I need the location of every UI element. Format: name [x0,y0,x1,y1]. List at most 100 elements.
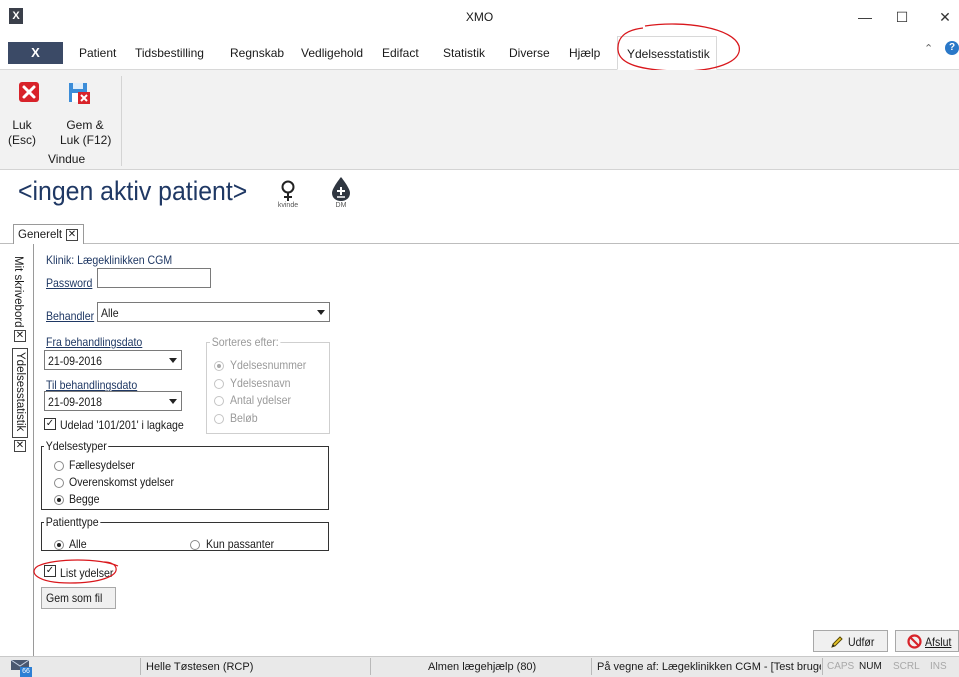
sort-option-ydelsesnummer[interactable]: Ydelsesnummer [214,358,306,372]
patienttype-label: Alle [69,537,87,551]
tab-edifact[interactable]: Edifact [382,46,419,60]
sort-option-antal[interactable]: Antal ydelser [214,393,291,407]
window-title: XMO [465,10,494,24]
sort-option-ydelsesnavn[interactable]: Ydelsesnavn [214,376,290,390]
password-field[interactable] [97,268,211,288]
til-date-value: 21-09-2018 [48,395,103,409]
radio-icon [54,478,64,488]
run-button[interactable]: Udfør [813,630,888,652]
ribbon [0,70,959,170]
radio-icon [54,461,64,471]
radio-icon [54,540,64,550]
patient-title: <ingen aktiv patient> [18,176,248,206]
status-on-behalf: På vegne af: Lægeklinikken CGM - [Test b… [597,661,821,673]
fra-label: Fra behandlingsdato [46,335,143,349]
side-tab-mit-skrivebord-label: Mit skrivebord [12,256,24,328]
sort-option-beloeb[interactable]: Beløb [214,411,258,425]
annotation-circle-tab [617,23,740,72]
dm-drop-icon [332,177,350,201]
password-label: Password [46,276,93,290]
sort-legend: Sorteres efter: [210,335,281,349]
save-as-file-button[interactable]: Gem som fil [41,587,116,609]
message-count-badge: 66 [20,667,32,677]
maximize-button[interactable]: ☐ [887,6,917,28]
file-tab[interactable]: X [8,42,63,64]
status-num: NUM [859,661,882,672]
radio-icon [214,379,224,389]
status-practice: Almen lægehjælp (80) [428,661,537,673]
behandler-select[interactable]: Alle [97,302,330,322]
collapse-ribbon-icon[interactable]: ⌃ [924,42,933,55]
clinic-label: Klinik: Lægeklinikken CGM [46,253,173,267]
minimize-button[interactable]: — [850,6,880,28]
radio-icon [190,540,200,550]
radio-icon [214,361,224,371]
close-ribbon-label: Luk (Esc) [8,118,36,147]
tab-patient[interactable]: Patient [79,46,116,60]
udelad-checkbox[interactable]: ✓ Udelad '101/201' i lagkage [44,417,214,433]
tab-hjaelp[interactable]: Hjælp [569,46,600,60]
chevron-down-icon [169,358,177,363]
female-gender-icon [281,180,295,201]
help-icon[interactable]: ? [945,41,959,55]
messages-button[interactable]: 66 [10,659,32,677]
save-close-button[interactable]: Gem & Luk (F12) [60,75,118,153]
chevron-down-icon [317,310,325,315]
annotation-circle-list [33,559,119,584]
close-side-tab-icon[interactable]: ✕ [14,440,26,452]
radio-icon [214,414,224,424]
tab-statistik[interactable]: Statistik [443,46,485,60]
save-as-file-label: Gem som fil [46,591,103,605]
status-separator [591,658,592,675]
close-ribbon-button[interactable]: Luk (Esc) [8,75,52,153]
chevron-down-icon [169,399,177,404]
save-close-icon [69,83,90,104]
ribbon-separator [121,76,122,166]
save-close-label: Gem & Luk (F12) [60,118,112,147]
close-red-icon [19,82,39,102]
status-scrl: SCRL [893,661,920,672]
ydelsestype-option-begge[interactable]: Begge [54,492,100,506]
til-label: Til behandlingsdato [46,378,138,392]
tab-generelt-label: Generelt [18,229,63,241]
ydelsestype-label: Begge [69,492,100,506]
til-date-picker[interactable]: 21-09-2018 [44,391,182,411]
tab-generelt[interactable]: Generelt ✕ [13,224,84,245]
tab-vedligehold[interactable]: Vedligehold [301,46,363,60]
sort-option-label: Antal ydelser [230,393,292,407]
tab-diverse[interactable]: Diverse [509,46,550,60]
patienttype-legend: Patienttype [44,515,101,529]
side-tab-mit-skrivebord[interactable]: Mit skrivebord [12,256,28,328]
patienttype-option-passanter[interactable]: Kun passanter [190,537,274,551]
ydelsestype-label: Overenskomst ydelser [69,475,175,489]
fra-date-picker[interactable]: 21-09-2016 [44,350,182,370]
radio-icon [214,396,224,406]
side-tab-ydelsesstatistik[interactable]: Ydelsesstatistik [12,348,28,438]
tab-regnskab[interactable]: Regnskab [230,46,284,60]
status-ins: INS [930,661,947,672]
close-side-tab-icon[interactable]: ✕ [14,330,26,342]
ydelsestype-label: Fællesydelser [69,458,135,472]
side-tab-ydelsesstatistik-label: Ydelsesstatistik [14,352,26,432]
sort-option-label: Ydelsesnummer [230,358,307,372]
close-tab-icon[interactable]: ✕ [66,229,78,241]
status-separator [370,658,371,675]
dm-caption: DM [335,202,347,209]
pencil-icon [831,636,843,648]
ydelsestype-option-faelles[interactable]: Fællesydelser [54,458,135,472]
no-entry-icon [907,634,922,649]
fra-date-value: 21-09-2016 [48,354,103,368]
document-tab-strip [0,222,959,244]
ydelsestype-option-overenskomst[interactable]: Overenskomst ydelser [54,475,174,489]
run-button-label: Udfør [848,635,875,649]
ribbon-group-label: Vindue [48,152,86,166]
behandler-label: Behandler [46,309,95,323]
gender-caption: kvinde [277,202,299,209]
tab-tidsbestilling[interactable]: Tidsbestilling [135,46,204,60]
close-window-button[interactable]: ✕ [930,6,959,28]
radio-icon [54,495,64,505]
behandler-value: Alle [101,306,119,320]
sort-option-label: Beløb [230,411,258,425]
patienttype-option-alle[interactable]: Alle [54,537,87,551]
exit-button[interactable]: Afslut [895,630,959,652]
